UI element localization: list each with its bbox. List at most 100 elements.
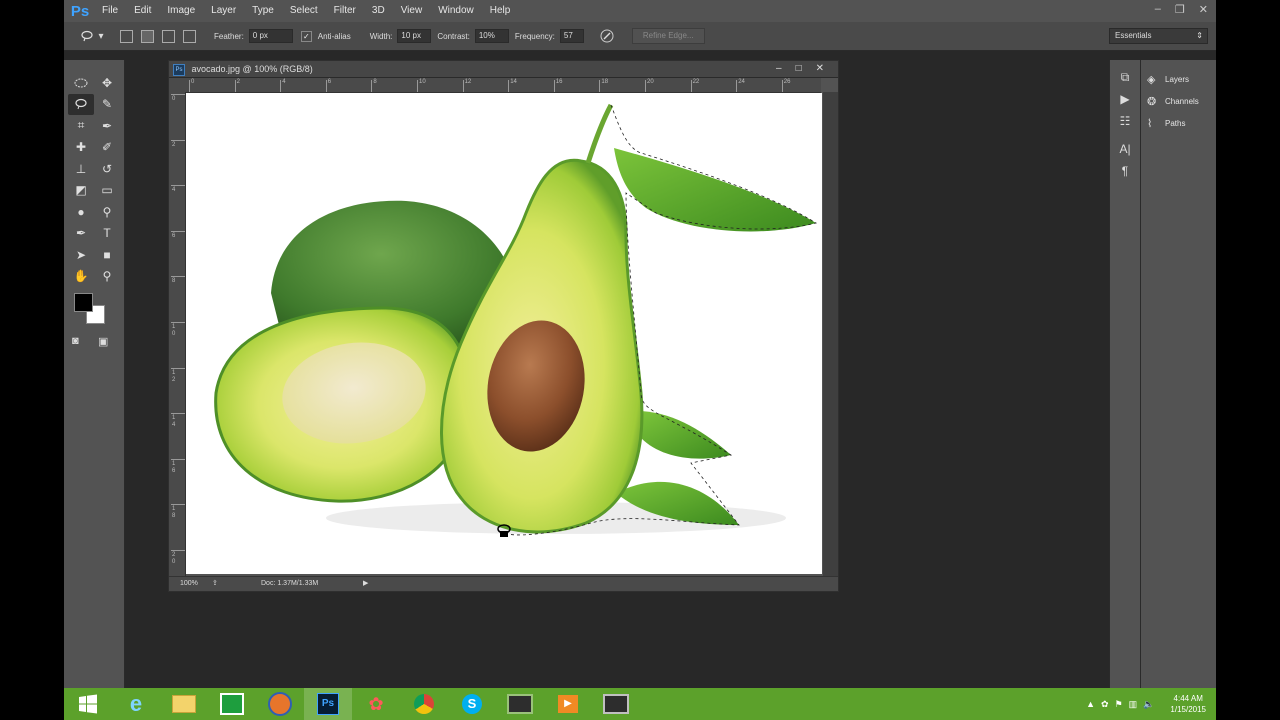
feather-label: Feather: <box>214 31 244 41</box>
elliptical-marquee-icon[interactable] <box>68 72 94 93</box>
ruler-top-label: 26 <box>783 79 791 85</box>
menu-filter[interactable]: Filter <box>326 0 364 22</box>
crop-tool-icon[interactable]: ⌗ <box>68 115 94 136</box>
firefox-icon[interactable] <box>256 688 304 720</box>
pinwheel-app-icon[interactable]: ✿ <box>352 688 400 720</box>
feather-input[interactable]: 0 px <box>248 29 293 43</box>
taskbar-clock[interactable]: 4:44 AM 1/15/2015 <box>1170 693 1206 715</box>
media-player-icon[interactable]: ▶ <box>544 688 592 720</box>
quick-selection-icon[interactable]: ✎ <box>94 94 120 115</box>
doc-minimize-button[interactable]: – <box>776 61 782 77</box>
ruler-left-tick <box>171 413 185 415</box>
actions-play-icon[interactable]: ▶ <box>1110 88 1140 110</box>
paragraph-icon[interactable]: ¶ <box>1110 160 1140 182</box>
zoom-level[interactable]: 100% <box>180 577 198 591</box>
anti-alias-label: Anti-alias <box>317 31 351 41</box>
path-selection-icon[interactable]: ➤ <box>68 244 94 265</box>
character-icon[interactable]: A| <box>1110 138 1140 160</box>
menu-edit[interactable]: Edit <box>126 0 159 22</box>
avocado-image <box>214 103 818 537</box>
vertical-scrollbar[interactable] <box>823 92 838 576</box>
clone-stamp-icon[interactable]: ⊥ <box>68 158 94 179</box>
menu-3d[interactable]: 3D <box>364 0 393 22</box>
hand-tool-icon[interactable]: ✋ <box>68 266 94 287</box>
tray-app-icon[interactable]: ✿ <box>1101 699 1109 710</box>
network-icon[interactable]: ▥ <box>1129 699 1138 710</box>
properties-icon[interactable]: ☷ <box>1110 110 1140 132</box>
menu-window[interactable]: Window <box>430 0 482 22</box>
recorder-icon[interactable] <box>592 688 640 720</box>
ruler-left-tick <box>171 550 185 551</box>
menu-image[interactable]: Image <box>159 0 203 22</box>
workspace-select[interactable]: Essentials ⇕ <box>1109 28 1208 44</box>
minimize-button[interactable]: – <box>1155 3 1161 15</box>
camtasia-icon[interactable] <box>496 688 544 720</box>
type-tool-icon[interactable]: T <box>94 223 120 244</box>
foreground-color-swatch[interactable] <box>74 293 93 312</box>
eyedropper-icon[interactable]: ✒ <box>94 115 120 136</box>
screen-mode-icon[interactable]: ▣ <box>98 335 108 348</box>
ruler-left-label: 6 <box>172 232 176 239</box>
chevron-down-icon[interactable]: ▾ <box>94 29 108 43</box>
history-icon[interactable]: ⧉ <box>1110 66 1140 88</box>
windows-start-icon[interactable] <box>64 688 112 720</box>
frequency-input[interactable]: 57 <box>559 29 584 43</box>
doc-close-button[interactable]: ✕ <box>816 61 824 77</box>
ruler-origin[interactable] <box>169 78 185 92</box>
close-button[interactable]: ✕ <box>1199 3 1208 16</box>
document-ps-icon: Ps <box>173 63 185 76</box>
file-explorer-icon[interactable] <box>160 688 208 720</box>
image-canvas[interactable] <box>186 93 822 574</box>
skype-icon[interactable]: S <box>448 688 496 720</box>
menu-type[interactable]: Type <box>244 0 282 22</box>
menu-help[interactable]: Help <box>482 0 519 22</box>
tray-expand-icon[interactable]: ▲ <box>1086 699 1095 709</box>
right-black-bar <box>1216 0 1280 720</box>
store-icon[interactable] <box>208 688 256 720</box>
anti-alias-checkbox[interactable]: ✓ <box>300 30 312 42</box>
menu-view[interactable]: View <box>393 0 431 22</box>
action-center-flag-icon[interactable]: ⚑ <box>1115 699 1123 710</box>
rectangle-tool-icon[interactable]: ■ <box>94 244 120 265</box>
document-tab[interactable]: Ps avocado.jpg @ 100% (RGB/8) – □ ✕ <box>169 61 838 78</box>
magnetic-lasso-icon[interactable] <box>68 93 94 115</box>
horizontal-ruler[interactable]: 0 2 4 6 8 10 12 14 16 18 20 22 24 26 <box>185 78 821 93</box>
internet-explorer-icon[interactable]: e <box>112 688 160 720</box>
photoshop-taskbar-icon[interactable]: Ps <box>304 688 352 720</box>
quick-mask-icon[interactable]: ◙ <box>72 335 79 347</box>
width-input[interactable]: 10 px <box>397 29 432 43</box>
dodge-tool-icon[interactable]: ⚲ <box>94 201 120 222</box>
volume-icon[interactable]: 🔈 <box>1143 699 1154 710</box>
add-to-selection-button[interactable] <box>141 29 154 43</box>
panel-layers[interactable]: ◈ Layers <box>1141 68 1216 90</box>
share-icon[interactable]: ⇪ <box>212 577 218 591</box>
vertical-ruler[interactable]: 0 2 4 6 8 10 12 14 16 18 20 <box>169 92 186 576</box>
menu-file[interactable]: File <box>94 0 126 22</box>
intersect-selection-button[interactable] <box>183 29 196 43</box>
history-brush-icon[interactable]: ↺ <box>94 158 120 179</box>
menu-select[interactable]: Select <box>282 0 326 22</box>
refine-edge-button[interactable]: Refine Edge... <box>631 28 705 44</box>
move-tool-icon[interactable]: ✥ <box>94 72 120 93</box>
panel-channels[interactable]: ❂ Channels <box>1141 90 1216 112</box>
tablet-pressure-icon[interactable] <box>600 29 614 43</box>
blur-tool-icon[interactable]: ● <box>68 201 94 222</box>
brush-tool-icon[interactable]: ✐ <box>94 137 120 158</box>
ruler-left-tick <box>171 458 185 460</box>
eraser-icon[interactable]: ◩ <box>68 180 94 201</box>
contrast-input[interactable]: 10% <box>474 29 509 43</box>
panel-paths[interactable]: ⌇ Paths <box>1141 112 1216 134</box>
doc-maximize-button[interactable]: □ <box>796 61 802 77</box>
status-menu-arrow-icon[interactable]: ▶ <box>363 577 368 591</box>
menu-layer[interactable]: Layer <box>203 0 244 22</box>
subtract-from-selection-button[interactable] <box>162 29 175 43</box>
pen-tool-icon[interactable]: ✒ <box>68 223 94 244</box>
gradient-tool-icon[interactable]: ▭ <box>94 180 120 201</box>
chrome-icon[interactable] <box>400 688 448 720</box>
restore-button[interactable]: ❐ <box>1175 3 1185 16</box>
magnetic-lasso-preset-icon[interactable] <box>80 29 94 43</box>
photoshop-window: Ps File Edit Image Layer Type Select Fil… <box>64 0 1216 688</box>
spot-healing-icon[interactable]: ✚ <box>68 137 94 158</box>
zoom-tool-icon[interactable]: ⚲ <box>94 266 120 287</box>
new-selection-button[interactable] <box>120 29 133 43</box>
